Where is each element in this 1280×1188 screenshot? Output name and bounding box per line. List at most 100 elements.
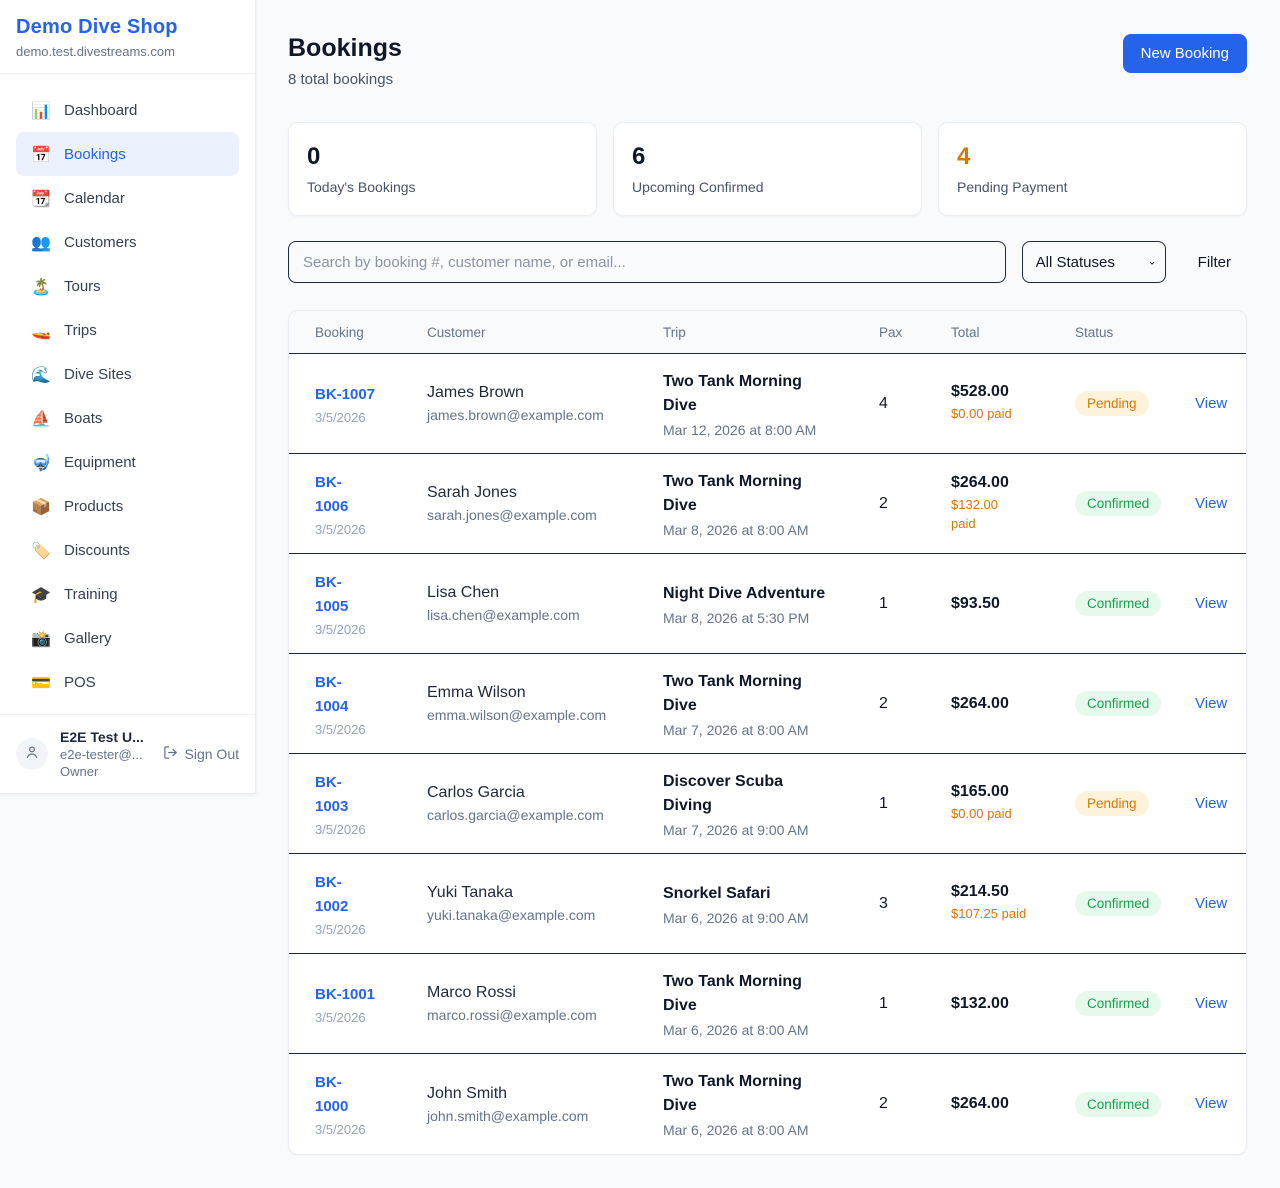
nav-item-label: Bookings (64, 146, 126, 163)
booking-date: 3/5/2026 (315, 410, 427, 425)
status-cell: Confirmed (1075, 591, 1195, 616)
status-select-wrap: All Statuses ⌄ (1022, 241, 1166, 283)
trip-cell: Two Tank Morning Dive Mar 6, 2026 at 8:0… (663, 970, 879, 1038)
trip-datetime: Mar 6, 2026 at 8:00 AM (663, 1122, 879, 1138)
user-email: e2e-tester@... (60, 747, 151, 762)
sidebar-nav-item[interactable]: 🌊 Dive Sites (16, 352, 239, 396)
customer-email: carlos.garcia@example.com (427, 807, 663, 823)
sidebar-nav-item[interactable]: 🎓 Training (16, 572, 239, 616)
actions-cell: View (1195, 395, 1227, 413)
view-link[interactable]: View (1195, 895, 1227, 912)
user-icon (24, 744, 40, 765)
column-header-total: Total (951, 325, 1075, 340)
booking-date: 3/5/2026 (315, 622, 427, 637)
booking-cell: BK- 1006 3/5/2026 (315, 471, 427, 537)
trip-cell: Night Dive Adventure Mar 8, 2026 at 5:30… (663, 582, 879, 626)
booking-id-link[interactable]: BK- 1005 (315, 571, 348, 619)
status-select[interactable]: All Statuses (1022, 241, 1166, 283)
total-cell: $264.00 (951, 1095, 1075, 1113)
search-input[interactable] (288, 241, 1006, 283)
total-cell: $264.00 $132.00 paid (951, 474, 1075, 534)
total-cell: $528.00 $0.00 paid (951, 383, 1075, 424)
customer-email: james.brown@example.com (427, 407, 663, 423)
sidebar-nav-item[interactable]: ⛵ Boats (16, 396, 239, 440)
booking-date: 3/5/2026 (315, 1010, 427, 1025)
view-link[interactable]: View (1195, 995, 1227, 1012)
actions-cell: View (1195, 595, 1227, 613)
booking-cell: BK- 1005 3/5/2026 (315, 571, 427, 637)
table-row: BK- 1004 3/5/2026 Emma Wilson emma.wilso… (289, 654, 1246, 754)
brand-domain: demo.test.divestreams.com (16, 44, 239, 59)
trip-cell: Two Tank Morning Dive Mar 7, 2026 at 8:0… (663, 670, 879, 738)
booking-id-link[interactable]: BK- 1002 (315, 871, 348, 919)
sidebar-nav-item[interactable]: 📅 Bookings (16, 132, 239, 176)
booking-id-link[interactable]: BK- 1004 (315, 671, 348, 719)
sign-out-button[interactable]: Sign Out (163, 745, 239, 763)
status-cell: Confirmed (1075, 491, 1195, 516)
filter-row: All Statuses ⌄ Filter (288, 241, 1247, 283)
total-amount: $264.00 (951, 695, 1075, 713)
nav-item-label: Tours (64, 278, 101, 295)
actions-cell: View (1195, 895, 1227, 913)
booking-id-link[interactable]: BK-1001 (315, 983, 375, 1007)
trip-cell: Discover Scuba Diving Mar 7, 2026 at 9:0… (663, 770, 879, 838)
paid-amount: $0.00 paid (951, 405, 1075, 424)
customer-cell: Carlos Garcia carlos.garcia@example.com (427, 784, 663, 823)
actions-cell: View (1195, 695, 1227, 713)
booking-id-link[interactable]: BK-1007 (315, 383, 375, 407)
total-cell: $132.00 (951, 995, 1075, 1013)
booking-id-link[interactable]: BK- 1003 (315, 771, 348, 819)
customer-email: sarah.jones@example.com (427, 507, 663, 523)
customer-cell: Marco Rossi marco.rossi@example.com (427, 984, 663, 1023)
sidebar-nav-item[interactable]: 🚤 Trips (16, 308, 239, 352)
filter-button[interactable]: Filter (1182, 246, 1247, 279)
column-header-trip: Trip (663, 325, 879, 340)
view-link[interactable]: View (1195, 795, 1227, 812)
nav-item-label: Calendar (64, 190, 125, 207)
customer-name: Lisa Chen (427, 584, 663, 602)
sidebar-nav-item[interactable]: 📊 Dashboard (16, 88, 239, 132)
trip-name: Two Tank Morning Dive (663, 670, 879, 718)
actions-cell: View (1195, 795, 1227, 813)
view-link[interactable]: View (1195, 1095, 1227, 1112)
status-badge: Confirmed (1075, 1092, 1161, 1117)
customer-cell: Lisa Chen lisa.chen@example.com (427, 584, 663, 623)
trip-name: Night Dive Adventure (663, 582, 879, 606)
booking-id-link[interactable]: BK- 1000 (315, 1071, 348, 1119)
sidebar-nav-item[interactable]: 📆 Calendar (16, 176, 239, 220)
customer-email: marco.rossi@example.com (427, 1007, 663, 1023)
sidebar-nav-item[interactable]: 🤿 Equipment (16, 440, 239, 484)
customer-email: yuki.tanaka@example.com (427, 907, 663, 923)
status-cell: Confirmed (1075, 1092, 1195, 1117)
new-booking-button[interactable]: New Booking (1123, 34, 1247, 73)
status-cell: Confirmed (1075, 891, 1195, 916)
status-cell: Confirmed (1075, 991, 1195, 1016)
sidebar-nav-item[interactable]: 💳 POS (16, 660, 239, 704)
sidebar-nav-item[interactable]: 🏷️ Discounts (16, 528, 239, 572)
nav-item-icon: 🎓 (31, 585, 51, 604)
trip-name: Two Tank Morning Dive (663, 370, 879, 418)
sidebar-nav-item[interactable]: 🏝️ Tours (16, 264, 239, 308)
stat-value: 0 (307, 143, 578, 171)
customer-name: Sarah Jones (427, 484, 663, 502)
sidebar-nav-item[interactable]: 📸 Gallery (16, 616, 239, 660)
sidebar-nav-item[interactable]: 👥 Customers (16, 220, 239, 264)
total-amount: $214.50 (951, 883, 1075, 901)
actions-cell: View (1195, 495, 1227, 513)
view-link[interactable]: View (1195, 595, 1227, 612)
paid-amount: $107.25 paid (951, 905, 1075, 924)
trip-cell: Two Tank Morning Dive Mar 6, 2026 at 8:0… (663, 1070, 879, 1138)
nav-item-label: Customers (64, 234, 137, 251)
nav-item-icon: ⛵ (31, 409, 51, 428)
view-link[interactable]: View (1195, 495, 1227, 512)
customer-cell: Emma Wilson emma.wilson@example.com (427, 684, 663, 723)
status-cell: Pending (1075, 791, 1195, 816)
view-link[interactable]: View (1195, 395, 1227, 412)
booking-date: 3/5/2026 (315, 922, 427, 937)
booking-id-link[interactable]: BK- 1006 (315, 471, 348, 519)
sidebar-nav-item[interactable]: 📦 Products (16, 484, 239, 528)
booking-cell: BK-1001 3/5/2026 (315, 983, 427, 1025)
customer-name: Yuki Tanaka (427, 884, 663, 902)
status-badge: Confirmed (1075, 591, 1161, 616)
view-link[interactable]: View (1195, 695, 1227, 712)
